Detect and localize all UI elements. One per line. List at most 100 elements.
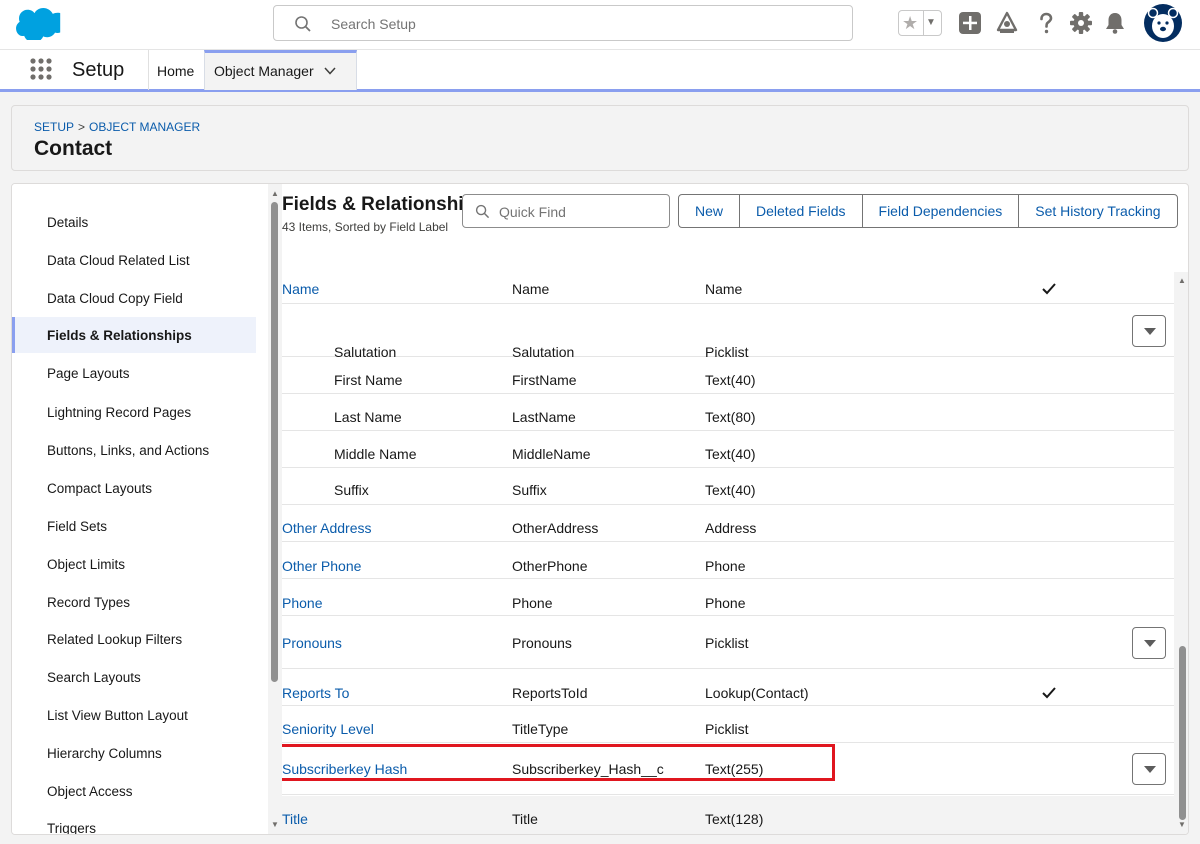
main-panel: Details Data Cloud Related List Data Cloud…: [11, 183, 1189, 835]
field-label: First Name: [334, 372, 403, 388]
table-row: Reports To ReportsToId Lookup(Contact): [282, 670, 1174, 706]
avatar[interactable]: [1144, 4, 1182, 42]
breadcrumb-setup[interactable]: SETUP: [34, 120, 74, 134]
divider: [923, 11, 924, 35]
check-icon: [1042, 687, 1056, 699]
sidebar-item-object-limits[interactable]: Object Limits: [12, 546, 256, 582]
chevron-down-icon[interactable]: ▼: [926, 17, 936, 28]
table-row: Other Phone OtherPhone Phone: [282, 543, 1174, 579]
row-actions-dropdown-button[interactable]: [1132, 753, 1166, 785]
field-data-type: Text(80): [705, 409, 756, 425]
sidebar-item-page-layouts[interactable]: Page Layouts: [12, 355, 256, 391]
set-history-tracking-button[interactable]: Set History Tracking: [1018, 195, 1176, 227]
sidebar-item-field-sets[interactable]: Field Sets: [12, 508, 256, 544]
new-button[interactable]: New: [679, 195, 739, 227]
field-label-link[interactable]: Other Address: [282, 520, 372, 536]
field-api-name: Title: [512, 811, 538, 827]
breadcrumb-separator: >: [78, 120, 86, 134]
sidebar-item-related-lookup-filters[interactable]: Related Lookup Filters: [12, 621, 256, 657]
scrollbar-thumb[interactable]: [1179, 646, 1186, 820]
sidebar-item-buttons-links-and-actions[interactable]: Buttons, Links, and Actions: [12, 432, 256, 468]
quick-find-input[interactable]: Quick Find: [462, 194, 670, 228]
sidebar-item-lightning-record-pages[interactable]: Lightning Record Pages: [12, 394, 256, 430]
field-data-type: Phone: [705, 558, 746, 574]
table-row: Title Title Text(128): [282, 796, 1174, 834]
row-actions-dropdown-button[interactable]: [1132, 627, 1166, 659]
field-api-name: Name: [512, 281, 550, 297]
sidebar-item-details[interactable]: Details: [12, 204, 256, 240]
field-api-name: OtherAddress: [512, 520, 599, 536]
field-label: Middle Name: [334, 446, 417, 462]
field-api-name: FirstName: [512, 372, 577, 388]
tab-object-manager[interactable]: Object Manager: [204, 50, 357, 90]
favorites-button[interactable]: ★ ▼: [898, 10, 942, 36]
scroll-down-icon[interactable]: ▼: [1178, 820, 1186, 829]
sidebar-item-hierarchy-columns[interactable]: Hierarchy Columns: [12, 735, 256, 771]
quick-find-placeholder: Quick Find: [499, 204, 566, 220]
tab-object-manager-label: Object Manager: [214, 63, 314, 79]
sidebar-item-data-cloud-copy-field[interactable]: Data Cloud Copy Field: [12, 280, 256, 316]
gear-icon[interactable]: [1068, 10, 1094, 36]
breadcrumb-object-manager[interactable]: OBJECT MANAGER: [89, 120, 200, 134]
field-dependencies-button[interactable]: Field Dependencies: [861, 195, 1019, 227]
help-icon[interactable]: [1033, 10, 1059, 36]
scroll-down-icon[interactable]: ▼: [271, 820, 279, 829]
field-label-link[interactable]: Reports To: [282, 685, 349, 701]
search-setup-field[interactable]: Search Setup: [273, 5, 853, 41]
section-subtitle: 43 Items, Sorted by Field Label: [282, 220, 449, 234]
highlight-box: [282, 744, 835, 781]
sidebar-item-search-layouts[interactable]: Search Layouts: [12, 659, 256, 695]
fields-content: Fields & Relationships 43 Items, Sorted …: [282, 184, 1188, 834]
search-icon: [475, 204, 490, 219]
row-actions-dropdown-button[interactable]: [1132, 315, 1166, 347]
chevron-down-icon[interactable]: [324, 67, 336, 75]
add-icon[interactable]: [957, 10, 983, 36]
app-name: Setup: [72, 59, 125, 81]
table-row: Suffix Suffix Text(40): [282, 469, 1174, 505]
table-scrollbar[interactable]: ▲ ▼: [1174, 272, 1188, 834]
page-title: Contact: [34, 137, 113, 160]
sidebar-item-record-types[interactable]: Record Types: [12, 584, 256, 620]
sidebar-item-object-access[interactable]: Object Access: [12, 773, 256, 809]
field-api-name: TitleType: [512, 721, 569, 737]
trailhead-icon[interactable]: [994, 10, 1020, 36]
field-data-type: Picklist: [705, 721, 749, 737]
field-api-name: Phone: [512, 595, 553, 611]
field-label-link[interactable]: Pronouns: [282, 635, 342, 651]
field-label-link[interactable]: Name: [282, 281, 319, 297]
sidebar-scrollbar[interactable]: ▲ ▼: [268, 184, 282, 834]
bell-icon[interactable]: [1102, 10, 1128, 36]
sidebar-item-list-view-button-layout[interactable]: List View Button Layout: [12, 697, 256, 733]
scroll-up-icon[interactable]: ▲: [271, 189, 279, 198]
table-row: Seniority Level TitleType Picklist: [282, 707, 1174, 743]
sidebar-item-triggers[interactable]: Triggers: [12, 810, 256, 834]
field-actions-button-group: New Deleted Fields Field Dependencies Se…: [678, 194, 1178, 228]
field-label-link[interactable]: Title: [282, 811, 308, 827]
field-label: Last Name: [334, 409, 402, 425]
table-row: Pronouns Pronouns Picklist: [282, 617, 1174, 669]
search-icon: [295, 16, 311, 32]
chevron-down-icon: [1144, 640, 1156, 647]
field-data-type: Name: [705, 281, 743, 297]
chevron-down-icon: [1144, 766, 1156, 773]
scrollbar-thumb[interactable]: [271, 202, 278, 682]
table-row: Last Name LastName Text(80): [282, 395, 1174, 431]
app-launcher-icon[interactable]: [29, 57, 53, 81]
check-icon: [1042, 283, 1056, 295]
tab-home[interactable]: Home: [148, 50, 204, 90]
sidebar-item-compact-layouts[interactable]: Compact Layouts: [12, 470, 256, 506]
salesforce-cloud-logo[interactable]: [16, 8, 62, 40]
field-api-name: OtherPhone: [512, 558, 588, 574]
field-data-type: Text(128): [705, 811, 764, 827]
field-label-link[interactable]: Seniority Level: [282, 721, 374, 737]
field-api-name: ReportsToId: [512, 685, 588, 701]
scroll-up-icon[interactable]: ▲: [1178, 276, 1186, 285]
field-label-link[interactable]: Phone: [282, 595, 322, 611]
field-data-type: Lookup(Contact): [705, 685, 809, 701]
deleted-fields-button[interactable]: Deleted Fields: [739, 195, 862, 227]
field-label-link[interactable]: Other Phone: [282, 558, 361, 574]
sidebar-item-data-cloud-related-list[interactable]: Data Cloud Related List: [12, 242, 256, 278]
field-data-type: Text(40): [705, 446, 756, 462]
sidebar-item-fields-relationships[interactable]: Fields & Relationships: [12, 317, 256, 353]
field-api-name: MiddleName: [512, 446, 591, 462]
